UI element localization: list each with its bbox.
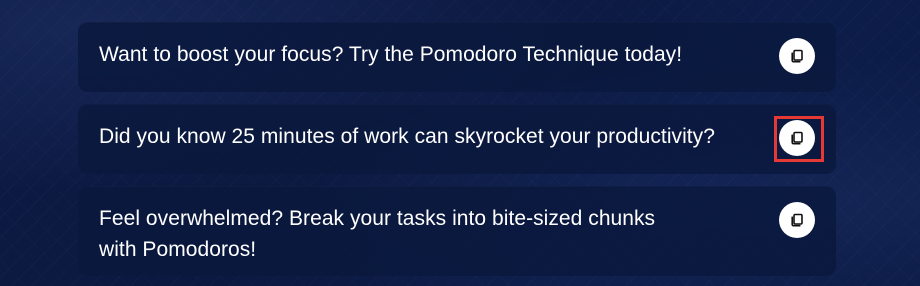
copy-icon xyxy=(789,48,805,64)
page: { "messages": [ { "text": "Want to boost… xyxy=(0,0,920,286)
message-card: Want to boost your focus? Try the Pomodo… xyxy=(78,22,836,92)
message-list: Want to boost your focus? Try the Pomodo… xyxy=(78,22,836,276)
copy-button[interactable] xyxy=(779,202,815,238)
message-text: Feel overwhelmed? Break your tasks into … xyxy=(99,207,656,261)
message-text: Did you know 25 minutes of work can skyr… xyxy=(99,125,715,148)
copy-icon xyxy=(789,212,805,228)
copy-icon xyxy=(789,130,805,146)
message-text: Want to boost your focus? Try the Pomodo… xyxy=(99,43,683,66)
message-card: Feel overwhelmed? Break your tasks into … xyxy=(78,186,836,276)
message-card: Did you know 25 minutes of work can skyr… xyxy=(78,104,836,174)
copy-button[interactable] xyxy=(779,38,815,74)
copy-button[interactable] xyxy=(779,120,815,156)
